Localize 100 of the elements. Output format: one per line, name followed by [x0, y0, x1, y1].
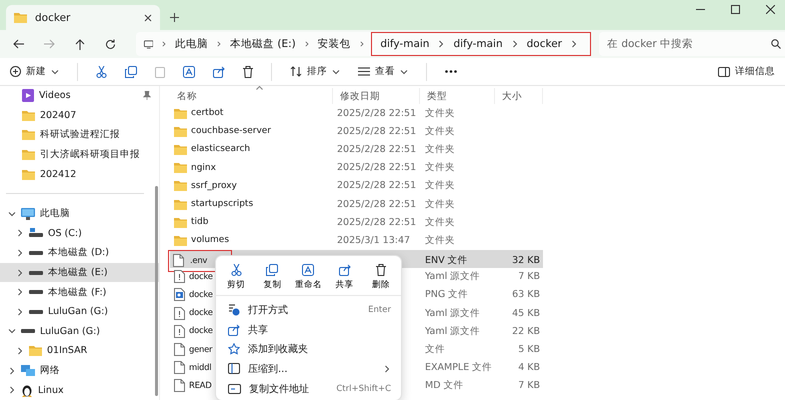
folder-tab[interactable]: docker [6, 5, 160, 30]
share-icon[interactable] [213, 66, 225, 78]
tree-item[interactable]: Linux [38, 384, 64, 396]
folder-icon [174, 162, 187, 174]
share-icon [228, 324, 240, 336]
file-name[interactable]: middl [189, 362, 212, 373]
date-cell-text: 2025/2/28 22:51 [336, 180, 418, 192]
chevron-icon [510, 40, 519, 48]
tree-item[interactable]: 本地磁盘 (F:) [48, 286, 106, 299]
file-name[interactable]: couchbase-server [191, 126, 272, 136]
file-icon [174, 379, 185, 392]
address-bar[interactable]: 此电脑 本地磁盘 (E:) 安装包 dify-main dify-main docker [136, 32, 591, 56]
copy-icon[interactable] [125, 66, 137, 78]
tree-item[interactable]: 本地磁盘 (D:) [48, 246, 109, 260]
tree-item[interactable]: OS (C:) [48, 228, 82, 239]
back-icon[interactable] [13, 39, 24, 49]
tree-item[interactable]: 此电脑 [40, 207, 70, 220]
sort-button[interactable]: 排序 [290, 65, 340, 78]
type-cell-text: 文件夹 [424, 124, 456, 138]
cut-icon[interactable] [96, 66, 107, 78]
caret-icon [332, 68, 340, 76]
close-icon[interactable] [144, 14, 152, 22]
file-name[interactable]: elasticsearch [191, 144, 250, 154]
refresh-icon[interactable] [105, 38, 116, 50]
details-button[interactable]: 详细信息 [718, 65, 775, 78]
type-cell-text: Yaml 源文件 [424, 324, 482, 338]
breadcrumb-item[interactable]: 此电脑 [175, 37, 208, 51]
drive-icon [29, 270, 43, 276]
folder-icon [174, 216, 187, 228]
folder-icon [174, 198, 187, 210]
close-icon[interactable] [766, 5, 775, 14]
new-button[interactable]: 新建 [10, 65, 59, 78]
chevron-icon [216, 40, 222, 48]
quick-access-item[interactable]: 202412 [40, 168, 76, 180]
file-name[interactable]: volumes [191, 235, 230, 246]
folder-icon [174, 234, 187, 246]
file-name[interactable]: certbot [191, 108, 224, 118]
rename-icon[interactable] [183, 66, 195, 78]
quick-access-item[interactable]: 科研试验进程汇报 [40, 128, 120, 142]
delete-icon[interactable] [243, 66, 253, 78]
file-name[interactable]: READ [189, 380, 212, 391]
computer-icon[interactable] [144, 38, 154, 50]
file-name[interactable]: gener [189, 344, 212, 355]
menu-item[interactable]: 共享 [216, 320, 401, 340]
column-header[interactable]: 类型 [420, 88, 495, 104]
menu-action-button[interactable]: 复制 [255, 264, 290, 291]
image-file-icon [174, 288, 185, 302]
type-cell-text: 文件夹 [424, 161, 456, 174]
tree-item[interactable]: LuluGan (G:) [48, 306, 108, 318]
breadcrumb-item[interactable]: docker [526, 38, 562, 50]
menu-item[interactable]: 压缩到... [216, 359, 401, 379]
menu-item[interactable]: 打开方式 Enter [216, 300, 401, 320]
menu-item[interactable]: 复制文件地址 Ctrl+Shift+C [216, 378, 401, 398]
new-tab-icon[interactable] [170, 13, 179, 22]
date-cell-text: 2025/2/28 22:51 [336, 198, 418, 210]
up-icon[interactable] [75, 38, 85, 50]
file-name[interactable]: docke [189, 290, 213, 300]
file-name[interactable]: .env [190, 256, 208, 266]
tree-item[interactable]: 01InSAR [47, 345, 88, 356]
breadcrumb-item[interactable]: dify-main [380, 38, 430, 50]
quick-access-item[interactable]: Videos [39, 90, 71, 102]
tree-item[interactable]: LuluGan (G:) [40, 326, 100, 337]
file-name[interactable]: startupscripts [191, 199, 254, 210]
file-name[interactable]: docke [189, 272, 213, 282]
type-cell-text: 文件 [424, 343, 446, 356]
quick-access-item[interactable]: 202407 [40, 110, 76, 121]
file-icon [173, 254, 184, 267]
search-field[interactable]: 在 docker 中搜索 [599, 32, 785, 56]
scrollbar[interactable] [155, 186, 158, 396]
file-name[interactable]: docke [189, 326, 213, 336]
folder-icon [174, 126, 187, 137]
file-name[interactable]: docke [189, 308, 213, 318]
menu-action-button[interactable]: 重命名 [291, 264, 326, 291]
breadcrumb-item[interactable]: 安装包 [318, 37, 351, 51]
menu-item[interactable]: 添加到收藏夹 [216, 339, 401, 360]
drive-icon [29, 289, 43, 296]
file-name[interactable]: nginx [191, 162, 216, 173]
date-cell-text: 2025/2/28 22:51 [336, 144, 418, 155]
breadcrumb-item[interactable]: 本地磁盘 (E:) [230, 37, 296, 51]
drive-icon [29, 250, 43, 256]
quick-access-item[interactable]: 引大济岷科研项目申报 [40, 148, 140, 162]
date-cell-text: 2025/2/28 22:51 [336, 126, 418, 137]
network-icon [21, 364, 35, 377]
more-icon[interactable] [445, 70, 457, 73]
folder-icon [174, 108, 187, 119]
maximize-icon[interactable] [731, 5, 740, 14]
view-button[interactable]: 查看 [358, 65, 408, 78]
file-name[interactable]: ssrf_proxy [191, 180, 237, 191]
menu-action-button[interactable]: 剪切 [219, 264, 254, 291]
archive-icon [228, 363, 240, 374]
menu-action-button[interactable]: 删除 [364, 264, 398, 291]
file-name[interactable]: tidb [191, 217, 208, 228]
tree-item[interactable]: 网络 [40, 364, 60, 378]
column-header[interactable]: 名称 [170, 88, 333, 104]
folder-icon [22, 110, 35, 121]
breadcrumb-item[interactable]: dify-main [453, 38, 503, 50]
column-header[interactable]: 大小 [495, 88, 543, 104]
menu-action-button[interactable]: 共享 [328, 264, 362, 291]
file-icon [174, 306, 185, 320]
column-header[interactable]: 修改日期 [333, 88, 420, 104]
